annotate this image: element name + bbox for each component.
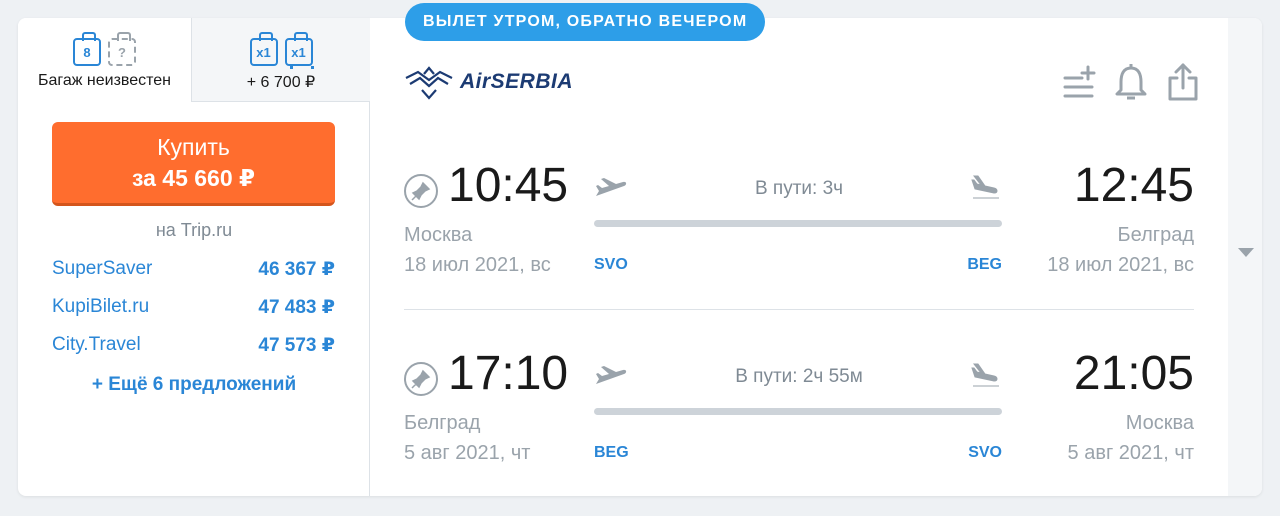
price-panel: 8 ? Багаж неизвестен x1 x1 + 6 700 ₽ Куп…: [18, 18, 370, 496]
pin-glyph-icon: [411, 369, 431, 389]
agent-name: на Trip.ru: [155, 220, 233, 240]
airserbia-eagle-icon: [405, 66, 453, 100]
offer-agent: KupiBilet.ru: [52, 296, 150, 317]
arrival-date: 5 авг 2021, чт: [1067, 442, 1194, 464]
flight-duration: В пути: 3ч: [754, 178, 844, 199]
buy-price: за 45 660 ₽: [131, 165, 256, 191]
departure-time: 10:45: [448, 159, 569, 212]
offer-row[interactable]: SuperSaver 46 367 ₽: [52, 258, 335, 281]
segment-divider: [404, 309, 1194, 310]
share-icon[interactable]: [1166, 62, 1200, 102]
arrival-airport-code: BEG: [967, 256, 1002, 273]
chevron-down-icon[interactable]: [1238, 248, 1254, 257]
offer-price: 47 573 ₽: [258, 335, 335, 356]
baggage-tab-included[interactable]: x1 x1 + 6 700 ₽: [192, 18, 370, 102]
landing-icon: [971, 175, 999, 199]
offer-price: 47 483 ₽: [258, 297, 335, 318]
offer-agent: City.Travel: [52, 334, 141, 355]
airline-logo: AirSERBIA: [404, 64, 573, 100]
arrival-date: 18 июл 2021, вс: [1047, 254, 1194, 276]
more-offers-link[interactable]: + Ещё 6 предложений: [18, 374, 370, 396]
baggage-extra-price: + 6 700 ₽: [246, 74, 316, 91]
arrival-time: 12:45: [1073, 159, 1194, 212]
pin-icon[interactable]: [404, 362, 438, 396]
offer-agent: SuperSaver: [52, 258, 153, 279]
arrival-airport-code: SVO: [968, 444, 1002, 461]
pin-glyph-icon: [411, 181, 431, 201]
baggage-label: Багаж неизвестен: [37, 72, 172, 89]
expand-strip[interactable]: [1228, 18, 1262, 496]
arrival-city: Москва: [1125, 412, 1194, 434]
departure-airport-code: SVO: [594, 256, 628, 273]
arrival-time: 21:05: [1073, 347, 1194, 400]
takeoff-icon: [596, 178, 627, 196]
departure-date: 18 июл 2021, вс: [404, 254, 551, 276]
offer-row[interactable]: KupiBilet.ru 47 483 ₽: [52, 296, 335, 319]
flight-segment-return: 17:10 В пути: 2ч 55м 21:05 Белград 5 авг…: [404, 336, 1194, 496]
takeoff-icon: [596, 366, 627, 384]
suitcase-icon: x1: [284, 32, 314, 69]
baggage-tab-unknown[interactable]: 8 ? Багаж неизвестен: [18, 18, 192, 102]
carry-on-bag-icon: x1: [249, 32, 278, 66]
departure-city: Белград: [404, 412, 481, 434]
buy-label: Купить: [157, 134, 230, 160]
flight-segment-outbound: 10:45 В пути: 3ч 12:45 Москва 18 июл 202…: [404, 148, 1194, 308]
flight-time-badge: ВЫЛЕТ УТРОМ, ОБРАТНО ВЕЧЕРОМ: [405, 3, 766, 41]
ticket-card: 8 ? Багаж неизвестен x1 x1 + 6 700 ₽ Куп…: [18, 18, 1262, 496]
ticket-actions: [1062, 62, 1200, 102]
airline-name: AirSERBIA: [460, 70, 574, 93]
flight-route-bar: [594, 408, 1002, 415]
pin-icon[interactable]: [404, 174, 438, 208]
departure-city: Москва: [404, 224, 473, 246]
list-add-icon[interactable]: [1062, 62, 1096, 102]
checked-bag-icon: ?: [108, 32, 136, 66]
arrival-city: Белград: [1117, 224, 1194, 246]
flight-route-bar: [594, 220, 1002, 227]
landing-icon: [971, 363, 999, 387]
flight-duration: В пути: 2ч 55м: [735, 366, 863, 387]
buy-button[interactable]: Купить за 45 660 ₽: [52, 122, 335, 206]
departure-date: 5 авг 2021, чт: [404, 442, 531, 464]
departure-time: 17:10: [448, 347, 569, 400]
offer-row[interactable]: City.Travel 47 573 ₽: [52, 334, 335, 357]
departure-airport-code: BEG: [594, 444, 629, 461]
offer-price: 46 367 ₽: [258, 259, 335, 280]
carry-on-bag-icon: 8: [73, 32, 101, 66]
bell-icon[interactable]: [1114, 62, 1148, 102]
